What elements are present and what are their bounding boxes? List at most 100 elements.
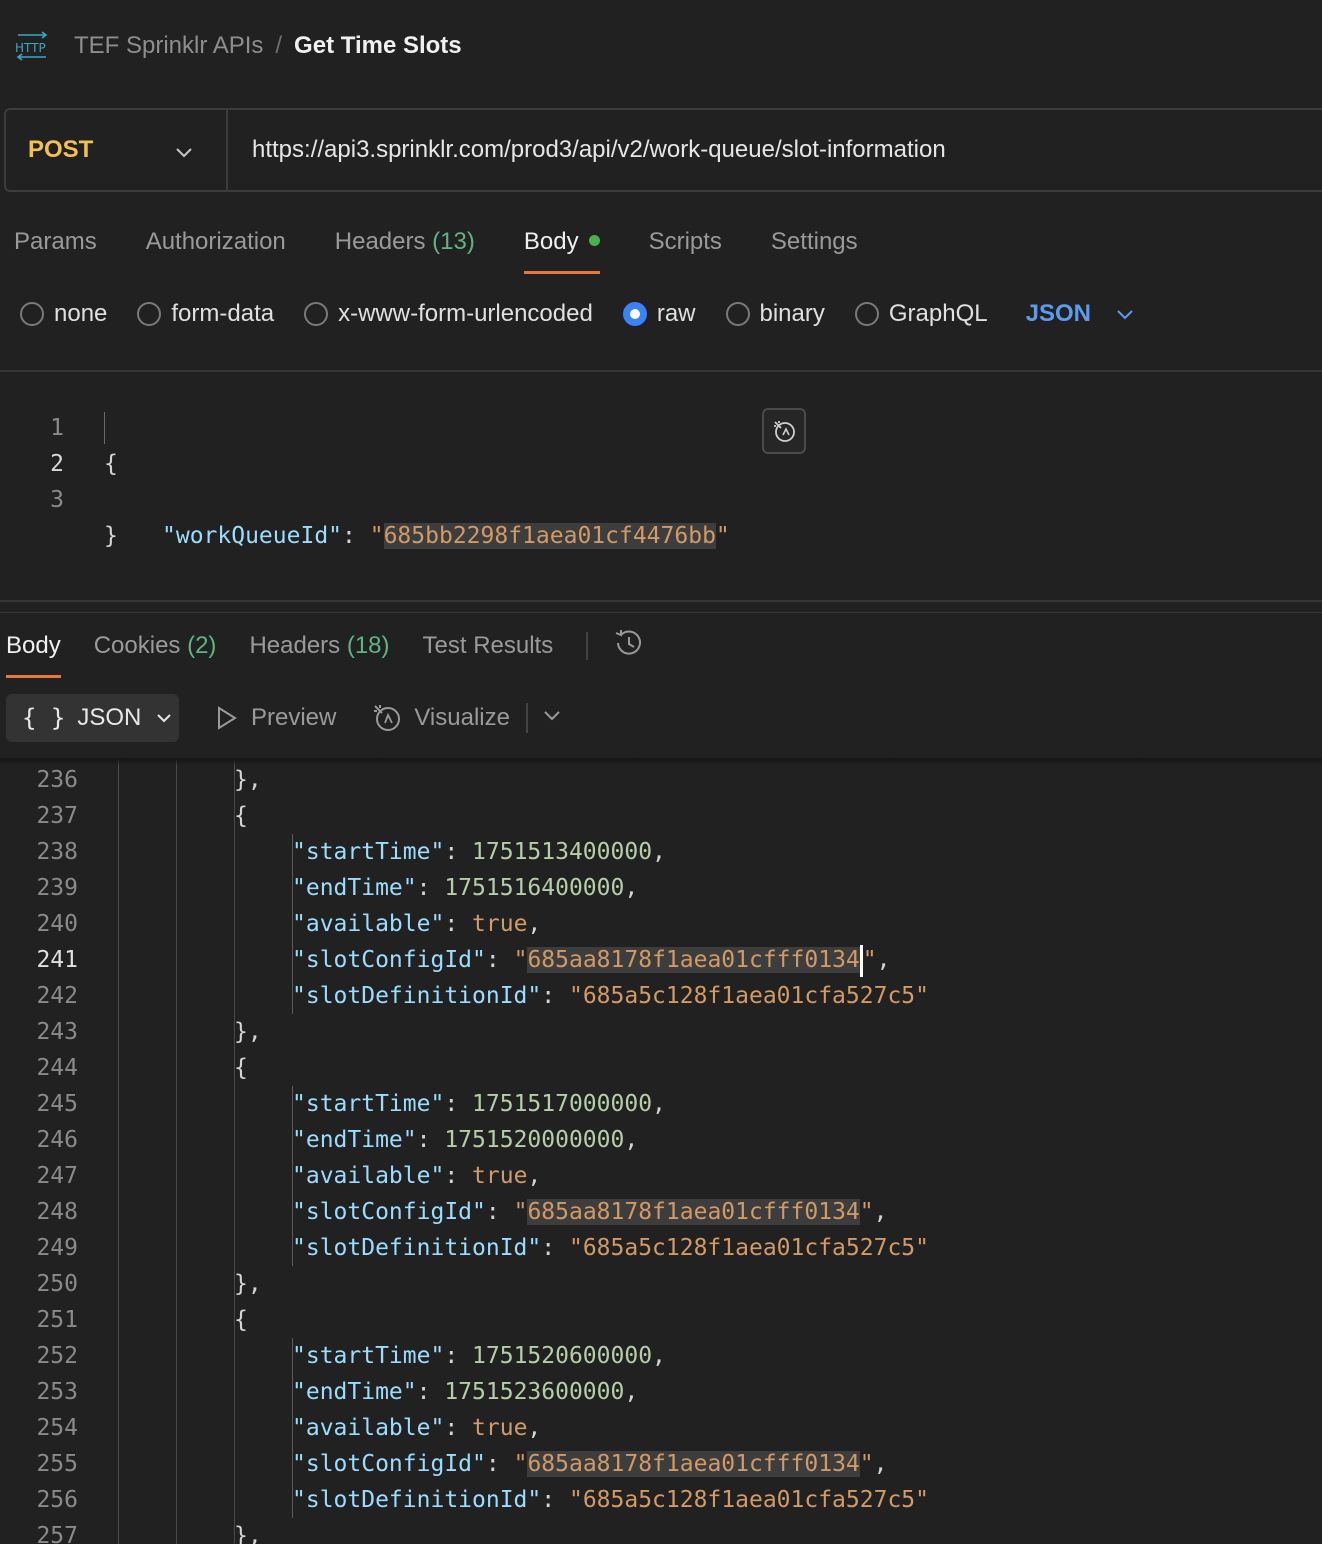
response-body-editor[interactable]: 236}, 237 {238 "startTime": 1751513400000, 2… xyxy=(0,758,1322,1544)
json-number: 1751516400000 xyxy=(444,875,625,901)
code-line: 1 { xyxy=(0,374,118,477)
line-number: 238 xyxy=(36,839,78,865)
line-number: 254 xyxy=(36,1415,78,1441)
code-text: { xyxy=(234,798,248,834)
json-quote: " xyxy=(859,1451,874,1477)
tab-headers[interactable]: Headers (13) xyxy=(335,222,475,274)
json-number: 1751517000000 xyxy=(472,1091,653,1117)
json-key: "endTime" xyxy=(292,1127,417,1153)
json-comma: , xyxy=(873,1451,888,1477)
json-key: "available" xyxy=(292,1163,445,1189)
code-text: "startTime": 1751520600000, xyxy=(292,1338,666,1374)
line-number: 251 xyxy=(36,1307,78,1333)
breadcrumb-separator: / xyxy=(275,32,283,59)
json-key: "slotDefinitionId" xyxy=(292,1487,542,1513)
json-comma: , xyxy=(873,1199,888,1225)
preview-button[interactable]: Preview xyxy=(215,704,336,732)
url-input[interactable]: https://api3.sprinklr.com/prod3/api/v2/w… xyxy=(228,136,946,164)
json-quote: " xyxy=(513,1199,528,1225)
json-number: 1751520600000 xyxy=(472,1343,653,1369)
line-number: 252 xyxy=(36,1343,78,1369)
visualize-button[interactable]: Visualize xyxy=(372,703,510,733)
json-comma: , xyxy=(652,1091,666,1117)
line-number: 247 xyxy=(36,1163,78,1189)
json-colon: : xyxy=(541,1487,569,1513)
code-text: "slotDefinitionId": "685a5c128f1aea01cfa… xyxy=(292,1230,929,1266)
body-language-select[interactable]: JSON xyxy=(1026,300,1135,328)
tab-label: Headers xyxy=(334,228,426,255)
headers-count: (13) xyxy=(432,228,475,255)
code-text: "endTime": 1751520000000, xyxy=(292,1122,638,1158)
tab-params[interactable]: Params xyxy=(14,222,97,274)
code-text: "slotDefinitionId": "685a5c128f1aea01cfa… xyxy=(292,1482,929,1518)
tab-label: Body xyxy=(6,632,61,659)
preview-label: Preview xyxy=(251,704,337,731)
tab-cookies[interactable]: Cookies (2) xyxy=(94,624,217,678)
line-number: 236 xyxy=(36,767,78,793)
visualize-options-chevron-icon[interactable] xyxy=(542,704,562,732)
method-select[interactable]: POST xyxy=(6,110,228,190)
json-boolean: true xyxy=(472,911,528,937)
json-quote: " xyxy=(513,947,528,973)
json-quote: " xyxy=(513,1451,528,1477)
json-key: "endTime" xyxy=(292,875,417,901)
line-number: 253 xyxy=(36,1379,78,1405)
radio-none[interactable]: none xyxy=(20,300,107,328)
code-text: }, xyxy=(234,1266,262,1302)
json-key: "available" xyxy=(292,911,445,937)
json-brace: }, xyxy=(234,1523,262,1544)
radio-graphql[interactable]: GraphQL xyxy=(854,300,988,328)
radio-label: binary xyxy=(759,300,825,327)
json-quote: " xyxy=(859,1199,874,1225)
json-boolean: true xyxy=(472,1415,528,1441)
tab-body[interactable]: Body xyxy=(523,222,600,274)
breadcrumb: HTTP TEF Sprinklr APIs / Get Time Slots xyxy=(14,28,462,64)
tab-response-body[interactable]: Body xyxy=(6,624,61,678)
radio-raw[interactable]: raw xyxy=(622,300,696,328)
divider xyxy=(0,612,1322,613)
json-colon: : xyxy=(485,1451,514,1477)
code-line: 2 "workQueueId": "685bb2298f1aea01cf4476… xyxy=(0,410,730,549)
tab-scripts[interactable]: Scripts xyxy=(649,222,722,274)
tab-settings[interactable]: Settings xyxy=(771,222,858,274)
json-comma: , xyxy=(527,911,542,937)
cookies-count: (2) xyxy=(187,632,217,659)
breadcrumb-collection-link[interactable]: TEF Sprinklr APIs xyxy=(74,32,263,60)
json-colon: : xyxy=(541,1235,569,1261)
divider xyxy=(0,370,1322,372)
scroll-shadow xyxy=(0,758,1322,766)
code-line: 3 } xyxy=(0,446,118,549)
request-url-bar: POST https://api3.sprinklr.com/prod3/api… xyxy=(4,108,1322,192)
tab-test-results[interactable]: Test Results xyxy=(423,624,554,678)
toolbar-divider xyxy=(525,703,528,733)
indent-guide xyxy=(176,758,177,1544)
tab-response-headers[interactable]: Headers (18) xyxy=(249,624,389,678)
magic-wand-icon xyxy=(774,421,795,442)
tab-authorization[interactable]: Authorization xyxy=(146,222,286,274)
braces-icon: { } xyxy=(22,704,66,732)
radio-circle-icon xyxy=(137,302,162,326)
history-icon[interactable] xyxy=(612,626,646,667)
line-number: 248 xyxy=(36,1199,78,1225)
response-toolbar: { } JSON Preview Visualize xyxy=(6,694,562,742)
json-quote: " xyxy=(915,1487,930,1513)
line-number: 241 xyxy=(36,947,78,973)
body-type-options: none form-data x-www-form-urlencoded raw… xyxy=(20,296,1135,332)
line-number: 240 xyxy=(36,911,78,937)
radio-binary[interactable]: binary xyxy=(725,300,825,328)
line-number: 257 xyxy=(36,1523,78,1544)
json-key: "slotConfigId" xyxy=(292,1199,486,1225)
indent-guide xyxy=(234,758,235,1544)
chevron-down-icon xyxy=(1117,310,1133,320)
json-string: 685a5c128f1aea01cfa527c5 xyxy=(582,983,916,1009)
tab-label: Authorization xyxy=(145,228,286,255)
json-key: "workQueueId" xyxy=(162,523,343,549)
radio-urlencoded[interactable]: x-www-form-urlencoded xyxy=(304,300,593,328)
radio-form-data[interactable]: form-data xyxy=(137,300,274,328)
code-text: "available": true, xyxy=(292,1410,541,1446)
generate-value-button[interactable] xyxy=(762,408,806,454)
radio-label: x-www-form-urlencoded xyxy=(338,300,593,327)
radio-label: GraphQL xyxy=(888,300,988,327)
response-format-select[interactable]: { } JSON xyxy=(6,694,179,742)
request-name[interactable]: Get Time Slots xyxy=(294,32,462,60)
